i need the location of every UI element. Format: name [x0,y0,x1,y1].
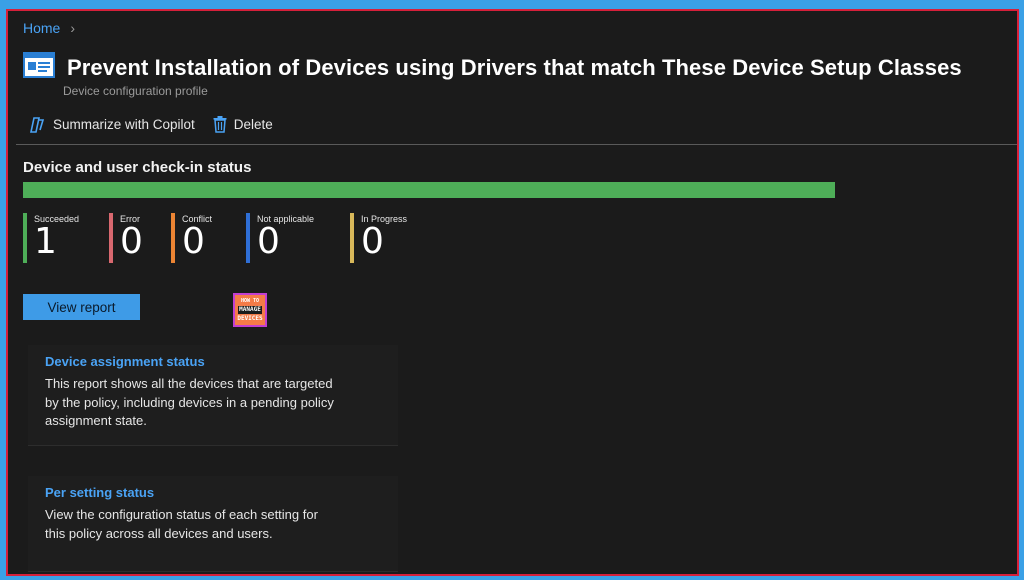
toolbar-divider [16,144,1017,145]
logo-line-3: DEVICES [237,315,263,322]
chevron-right-icon: › [70,20,76,36]
delete-button-label: Delete [233,117,273,132]
breadcrumb-home-link[interactable]: Home [23,20,60,36]
checkin-progress-fill [23,182,835,198]
trash-icon [213,116,227,133]
config-profile-icon [23,51,55,84]
portal-frame: Home › Prevent Installation of Devices u… [6,9,1019,576]
checkin-stats: Succeeded 1 Error 0 Conflict 0 Not appli… [23,213,430,263]
stat-error-value: 0 [120,221,143,262]
checkin-status-title: Device and user check-in status [23,159,252,176]
stat-conflict-value: 0 [182,221,205,262]
how-to-manage-devices-logo: HOW TO MANAGE DEVICES [233,293,267,327]
per-setting-status-description: View the configuration status of each se… [45,507,318,541]
copilot-icon [28,116,46,133]
device-assignment-status-description: This report shows all the devices that a… [45,376,334,428]
stat-in-progress: In Progress 0 [350,213,430,263]
stat-in-progress-value: 0 [361,221,384,262]
device-assignment-status-link[interactable]: Device assignment status [45,354,398,369]
stat-error: Error 0 [109,213,171,263]
checkin-progress-bar [23,182,835,198]
title-row: Prevent Installation of Devices using Dr… [23,51,962,84]
stat-conflict: Conflict 0 [171,213,246,263]
summarize-with-copilot-button[interactable]: Summarize with Copilot [28,116,195,133]
device-assignment-status-card[interactable]: Device assignment status This report sho… [28,345,398,445]
command-toolbar: Summarize with Copilot Delete [28,116,273,133]
per-setting-status-card[interactable]: Per setting status View the configuratio… [28,476,398,571]
breadcrumb: Home › [23,20,75,36]
page-subtitle: Device configuration profile [63,84,208,98]
page-title: Prevent Installation of Devices using Dr… [67,54,962,80]
logo-line-2: MANAGE [238,306,262,314]
stat-succeeded: Succeeded 1 [23,213,109,263]
logo-line-1: HOW TO [240,298,260,304]
delete-button[interactable]: Delete [213,116,273,133]
stat-succeeded-value: 1 [34,221,57,262]
stat-not-applicable-value: 0 [257,221,280,262]
copilot-button-label: Summarize with Copilot [53,117,195,132]
per-setting-status-link[interactable]: Per setting status [45,485,398,500]
stat-not-applicable: Not applicable 0 [246,213,350,263]
view-report-button[interactable]: View report [23,294,140,320]
